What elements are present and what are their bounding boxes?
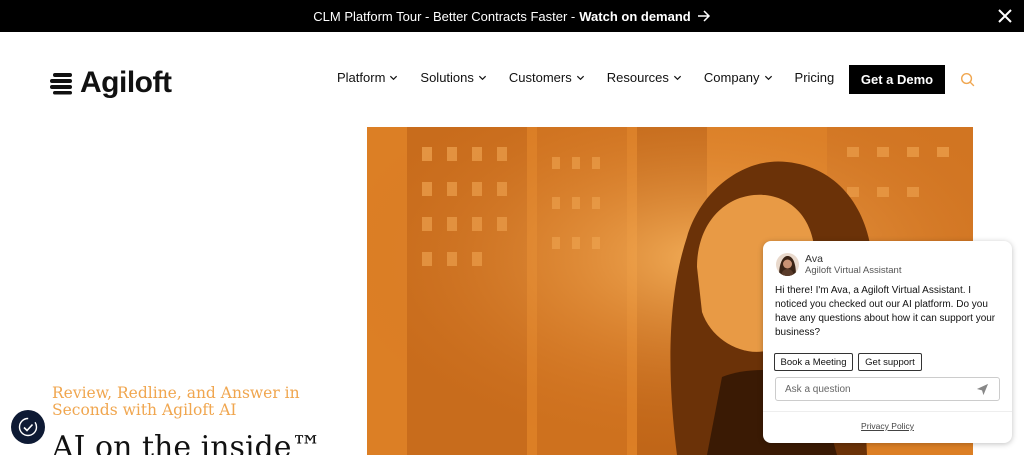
watch-on-demand-link[interactable]: Watch on demand	[579, 9, 690, 24]
nav-item-platform[interactable]: Platform	[337, 70, 398, 85]
chevron-down-icon	[673, 75, 681, 81]
arrow-right-icon[interactable]	[697, 10, 711, 22]
nav-item-resources[interactable]: Resources	[607, 70, 682, 85]
logo-wordmark: Agiloft	[80, 66, 172, 99]
accessibility-icon	[18, 417, 38, 437]
get-a-demo-button[interactable]: Get a Demo	[849, 65, 945, 94]
agiloft-logo[interactable]: Agiloft	[50, 66, 172, 100]
nav-label: Customers	[508, 70, 572, 85]
nav-item-customers[interactable]: Customers	[509, 70, 585, 85]
chat-widget: Ava Agiloft Virtual Assistant Hi there! …	[763, 241, 1012, 443]
chat-agent-name: Ava	[805, 253, 823, 265]
nav-label: Company	[703, 70, 760, 85]
hero-heading: AI on the inside™	[52, 430, 322, 455]
accessibility-button[interactable]	[11, 410, 45, 444]
nav-label: Solutions	[420, 70, 474, 85]
chat-agent-role: Agiloft Virtual Assistant	[805, 265, 902, 276]
privacy-policy-link[interactable]: Privacy Policy	[763, 421, 1012, 431]
get-support-button[interactable]: Get support	[858, 353, 922, 371]
book-a-meeting-button[interactable]: Book a Meeting	[774, 353, 853, 371]
agiloft-logo-icon	[50, 73, 72, 95]
main-nav: Platform Solutions Customers Resources C…	[337, 70, 856, 85]
chevron-down-icon	[576, 75, 584, 81]
ava-avatar	[776, 253, 799, 276]
send-icon[interactable]	[976, 383, 989, 396]
chat-message: Hi there! I'm Ava, a Agiloft Virtual Ass…	[775, 285, 996, 338]
chat-question-input[interactable]: Ask a question	[775, 377, 1000, 401]
nav-item-solutions[interactable]: Solutions	[420, 70, 486, 85]
chat-input-placeholder: Ask a question	[785, 383, 851, 395]
nav-label: Resources	[606, 70, 669, 85]
chevron-down-icon	[764, 75, 772, 81]
hero-subheading: Review, Redline, and Answer in Seconds w…	[52, 384, 300, 419]
close-icon[interactable]	[996, 7, 1014, 25]
nav-label: Platform	[337, 70, 386, 85]
chevron-down-icon	[390, 75, 398, 81]
nav-item-company[interactable]: Company	[704, 70, 773, 85]
announcement-text: CLM Platform Tour - Better Contracts Fas…	[313, 8, 576, 24]
chat-divider	[763, 411, 1012, 412]
announcement-bar: CLM Platform Tour - Better Contracts Fas…	[0, 0, 1024, 32]
search-icon[interactable]	[960, 72, 975, 87]
nav-label: Pricing	[794, 70, 835, 85]
chevron-down-icon	[478, 75, 486, 81]
nav-item-pricing[interactable]: Pricing	[795, 70, 835, 85]
